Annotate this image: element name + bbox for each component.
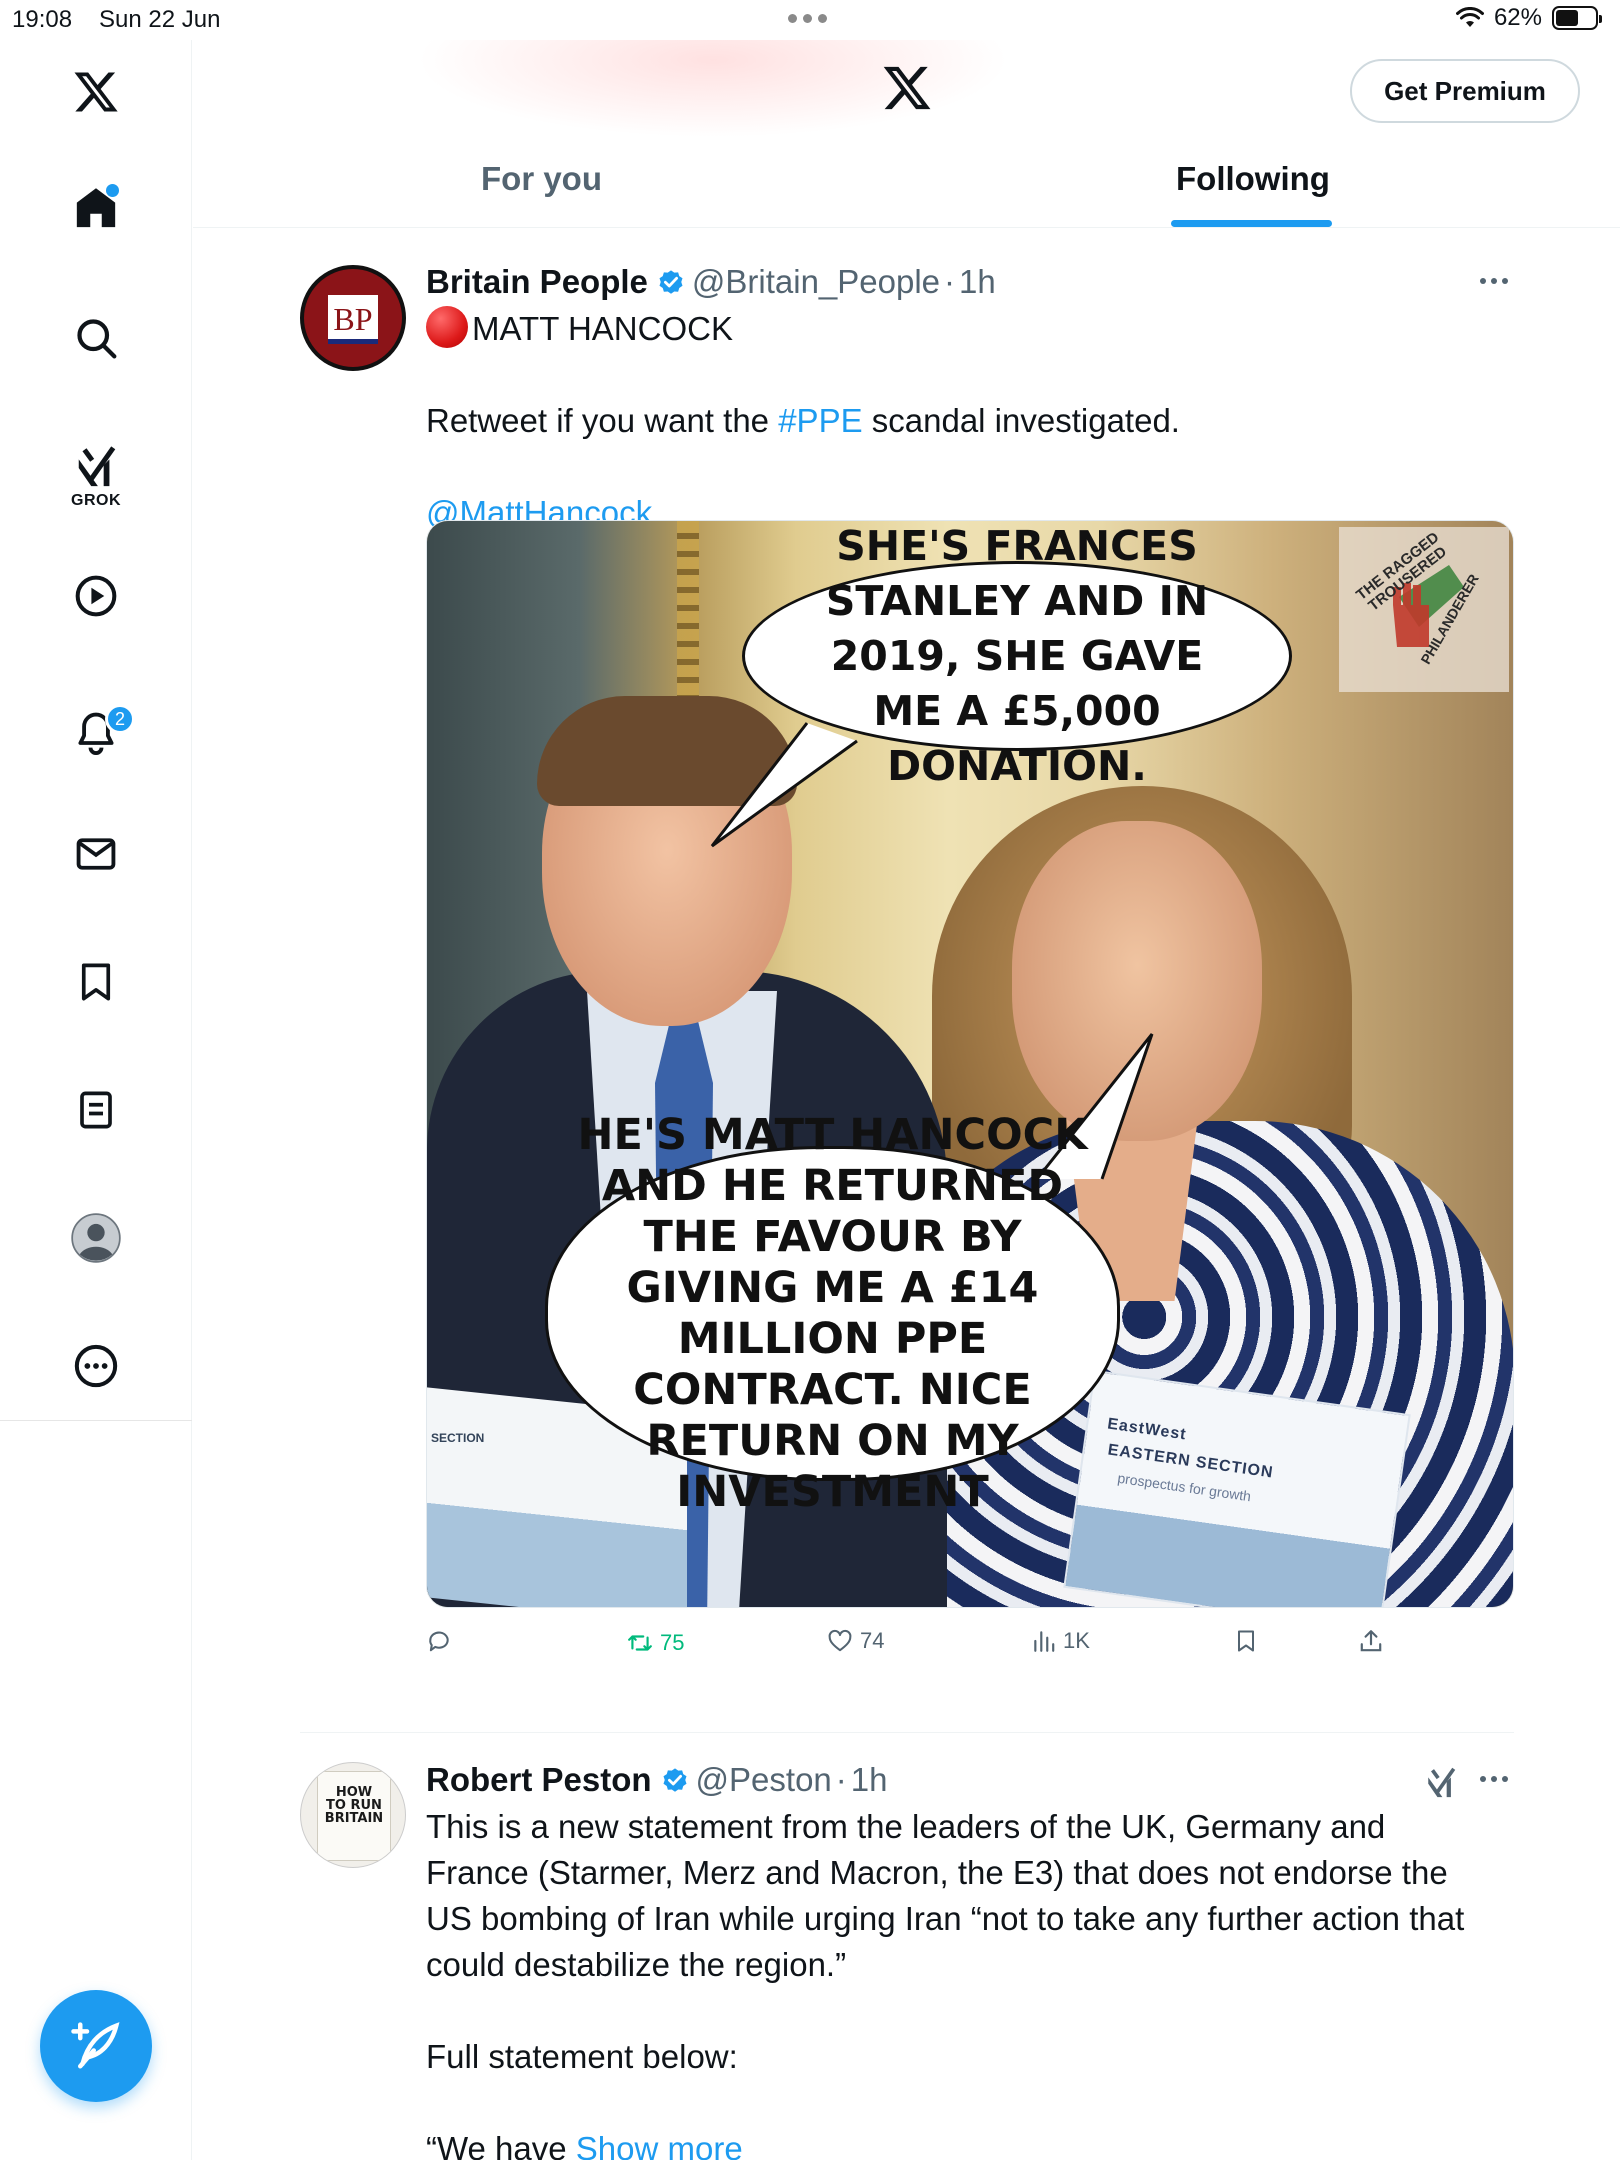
x-logo-header[interactable]: [880, 62, 934, 119]
x-logo[interactable]: [0, 62, 192, 122]
sidebar: GROK 2: [0, 40, 192, 2160]
tweet-britain-people[interactable]: BP Britain People @Britain_People · 1h M…: [300, 262, 1514, 1742]
reply-icon: [429, 1631, 449, 1652]
sidebar-item-lists[interactable]: [0, 1080, 192, 1140]
sidebar-item-profile[interactable]: [0, 1208, 192, 1268]
post-more-button[interactable]: [1480, 278, 1508, 284]
post-text-line-2: Retweet if you want the #PPE scandal inv…: [426, 402, 1180, 439]
watermark-logo: THE RAGGED TROUSERED PHILANDERER: [1339, 527, 1509, 692]
sidebar-item-explore[interactable]: [0, 308, 192, 368]
verified-badge-icon: [663, 1768, 687, 1792]
post-more-button[interactable]: [1480, 1776, 1508, 1782]
sidebar-item-home[interactable]: [0, 178, 192, 238]
reply-button[interactable]: [426, 1628, 452, 1654]
post-time[interactable]: 1h: [851, 1761, 888, 1799]
post-text-line-5: Full statement below:: [426, 2038, 738, 2075]
status-bar: 19:08 Sun 22 Jun 62%: [0, 0, 1620, 40]
lists-icon: [80, 1091, 112, 1129]
post-time[interactable]: 1h: [959, 263, 996, 301]
avatar[interactable]: BP: [300, 265, 406, 371]
views-button[interactable]: 1K: [1031, 1628, 1090, 1654]
post-actions: 75 74 1K: [426, 1628, 1426, 1668]
home-unread-dot: [106, 184, 119, 197]
avatar[interactable]: HOW TO RUN BRITAIN: [300, 1762, 406, 1868]
sidebar-item-notifications[interactable]: 2: [0, 692, 192, 772]
sidebar-item-grok[interactable]: GROK: [0, 422, 192, 532]
separator: ·: [944, 263, 956, 300]
compose-feather-icon: [71, 2022, 120, 2069]
retweet-count: 75: [660, 1630, 685, 1655]
brochure-left-text: SECTION: [431, 1431, 485, 1445]
play-icon: [75, 575, 117, 617]
tab-for-you[interactable]: For you: [481, 160, 602, 198]
get-premium-button[interactable]: Get Premium: [1350, 59, 1580, 123]
heart-icon: [828, 1629, 852, 1652]
mail-icon: [76, 838, 116, 870]
timeline-header: Get Premium For you Following: [193, 40, 1620, 228]
red-circle-emoji-icon: [426, 306, 468, 348]
post-text-line-1: This is a new statement from the leaders…: [426, 1808, 1386, 1845]
post-text-line-3: US bombing of Iran while urging Iran “no…: [426, 1900, 1465, 1937]
sidebar-item-bookmarks[interactable]: [0, 952, 192, 1012]
sidebar-divider: [0, 1420, 192, 1421]
like-count: 74: [860, 1628, 885, 1653]
like-button[interactable]: 74: [826, 1628, 884, 1654]
status-date: Sun 22 Jun: [99, 6, 221, 33]
bookmark-icon: [1238, 1630, 1254, 1652]
views-chart-icon: [1034, 1631, 1055, 1652]
sidebar-item-more[interactable]: [0, 1336, 192, 1396]
grok-icon: [78, 446, 116, 487]
tweet-robert-peston[interactable]: HOW TO RUN BRITAIN Robert Peston @Peston…: [300, 1760, 1514, 2160]
author-name[interactable]: Robert Peston: [426, 1761, 652, 1799]
view-count: 1K: [1063, 1628, 1090, 1653]
post-text-line-4: could destabilize the region.”: [426, 1946, 847, 1983]
hashtag-link[interactable]: #PPE: [778, 402, 862, 439]
speech-bubble-top: SHE'S FRANCES STANLEY AND IN 2019, SHE G…: [742, 522, 1292, 790]
notifications-badge: 2: [105, 704, 135, 734]
profile-icon: [71, 1213, 121, 1263]
speech-bubble-bottom: HE'S MATT HANCOCK AND HE RETURNED THE FA…: [545, 1110, 1120, 1517]
author-name[interactable]: Britain People: [426, 263, 648, 301]
retweet-icon: [628, 1635, 652, 1651]
share-icon: [1360, 1630, 1382, 1652]
grok-explain-button[interactable]: [1424, 1766, 1458, 1805]
post-text-line-1: MATT HANCOCK: [426, 306, 733, 352]
verified-badge-icon: [659, 270, 683, 294]
author-handle[interactable]: @Britain_People: [692, 263, 940, 301]
battery-percent: 62%: [1493, 4, 1542, 31]
active-tab-indicator: [1171, 220, 1332, 227]
tab-following[interactable]: Following: [1176, 160, 1330, 198]
post-text-line-2: France (Starmer, Merz and Macron, the E3…: [426, 1854, 1448, 1891]
search-icon: [77, 319, 117, 359]
multitasking-dots[interactable]: [788, 14, 827, 23]
status-time: 19:08: [12, 6, 73, 33]
post-image[interactable]: SECTION EastWest EASTERN SECTION prospec…: [426, 520, 1514, 1608]
more-icon: [74, 1344, 118, 1388]
grok-icon: [1428, 1767, 1456, 1798]
bookmark-button[interactable]: [1234, 1628, 1258, 1654]
compose-post-button[interactable]: [40, 1990, 152, 2102]
post-text-line-6: “We have Show more: [426, 2126, 743, 2160]
bookmark-icon: [81, 963, 111, 1001]
sidebar-item-video[interactable]: [0, 566, 192, 626]
show-more-link[interactable]: Show more: [576, 2130, 743, 2160]
wifi-icon: [1455, 7, 1484, 27]
separator: ·: [835, 1761, 847, 1798]
post-divider: [300, 1732, 1514, 1733]
battery-icon: [1552, 6, 1602, 30]
grok-label: GROK: [71, 492, 121, 509]
author-handle[interactable]: @Peston: [696, 1761, 832, 1799]
retweet-button[interactable]: 75: [626, 1630, 684, 1656]
sidebar-item-messages[interactable]: [0, 824, 192, 884]
share-button[interactable]: [1358, 1628, 1384, 1654]
avatar-text: BP: [333, 301, 373, 337]
avatar-book-cover: HOW TO RUN BRITAIN: [317, 1771, 391, 1861]
